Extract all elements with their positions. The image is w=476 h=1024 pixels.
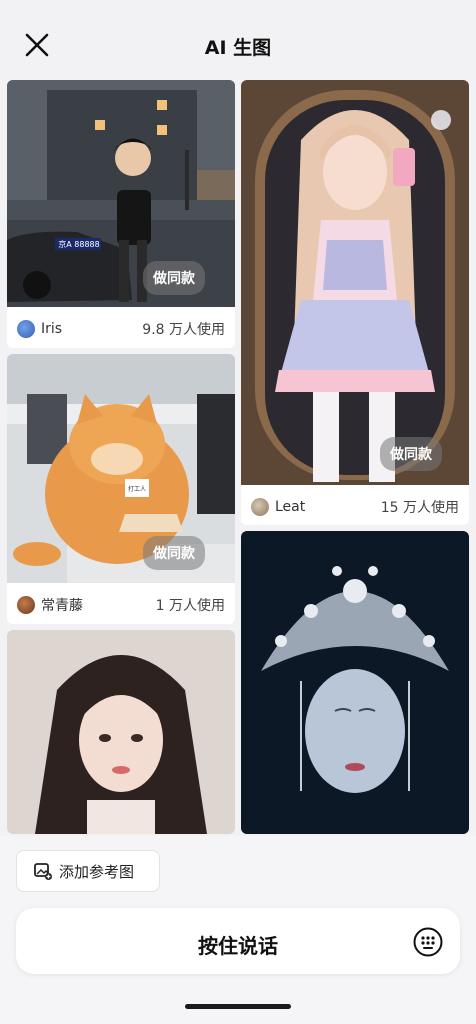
author-name: Leat bbox=[275, 499, 306, 515]
name-badge: 打工人 bbox=[127, 486, 146, 493]
card-footer: Iris 9.8 万人使用 bbox=[7, 307, 235, 348]
usage-count: 15 万人使用 bbox=[380, 500, 459, 516]
avatar bbox=[17, 596, 35, 614]
home-indicator[interactable] bbox=[185, 1004, 291, 1009]
template-image: 打工人 做同款 bbox=[7, 354, 235, 583]
template-image: 京A 88888 做同款 bbox=[7, 80, 235, 307]
top-bar: AI 生图 bbox=[0, 0, 476, 80]
template-image bbox=[241, 531, 469, 834]
avatar bbox=[251, 498, 269, 516]
template-card-anime-girl[interactable]: 做同款 Leat 15 万人使用 bbox=[241, 80, 469, 525]
template-card-office-cat[interactable]: 打工人 做同款 常青藤 1 万人使用 bbox=[7, 354, 235, 624]
add-image-icon bbox=[34, 863, 52, 880]
add-reference-image-button[interactable]: 添加参考图 bbox=[16, 850, 160, 892]
add-reference-image-label: 添加参考图 bbox=[59, 862, 135, 881]
template-image bbox=[7, 630, 235, 834]
license-plate: 京A 88888 bbox=[58, 240, 100, 249]
usage-count: 1 万人使用 bbox=[155, 598, 225, 614]
make-same-button[interactable]: 做同款 bbox=[380, 437, 442, 471]
usage-count: 9.8 万人使用 bbox=[142, 322, 225, 338]
author-name: 常青藤 bbox=[41, 598, 83, 614]
hold-to-speak-button[interactable]: 按住说话 bbox=[16, 908, 460, 974]
card-footer: Leat 15 万人使用 bbox=[241, 485, 469, 525]
template-card-boy-car[interactable]: 京A 88888 做同款 Iris 9.8 万人使用 bbox=[7, 80, 235, 348]
keyboard-icon[interactable] bbox=[412, 926, 444, 958]
make-same-button[interactable]: 做同款 bbox=[143, 536, 205, 570]
author-name: Iris bbox=[41, 321, 63, 337]
template-card-crown-woman[interactable] bbox=[241, 531, 469, 834]
avatar bbox=[17, 320, 35, 338]
make-same-button[interactable]: 做同款 bbox=[143, 261, 205, 295]
hold-to-speak-label: 按住说话 bbox=[198, 934, 278, 958]
card-footer: 常青藤 1 万人使用 bbox=[7, 583, 235, 624]
template-image: 做同款 bbox=[241, 80, 469, 485]
template-card-portrait[interactable] bbox=[7, 630, 235, 834]
page-title: AI 生图 bbox=[204, 37, 272, 59]
